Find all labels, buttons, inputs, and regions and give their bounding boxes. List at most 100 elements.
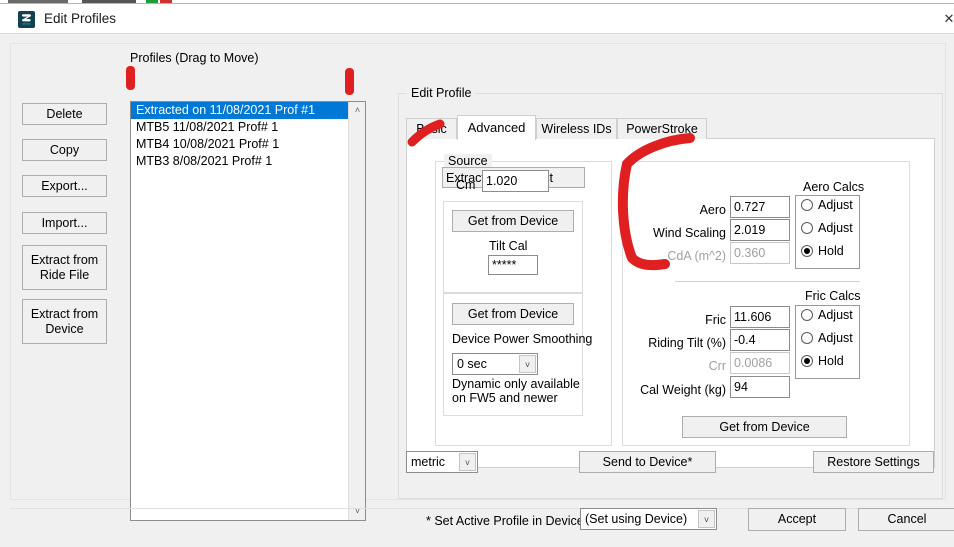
accept-label: Accept	[777, 512, 817, 527]
radio-icon[interactable]	[801, 332, 813, 344]
device-power-smoothing-label: Device Power Smoothing	[452, 332, 593, 346]
radio-icon[interactable]	[801, 309, 813, 321]
cda-label: CdA (m^2)	[667, 249, 726, 263]
cancel-label: Cancel	[887, 512, 927, 527]
tab-basic[interactable]: Basic	[406, 118, 457, 139]
power-smoothing-select[interactable]: 0 sec ˅	[452, 353, 538, 375]
window-client-area: Delete Copy Export... Import... Extract …	[0, 35, 954, 547]
delete-button[interactable]: Delete	[22, 103, 107, 125]
aero-adjust-radio[interactable]: Adjust	[801, 198, 853, 212]
power-smoothing-value: 0 sec	[457, 357, 487, 371]
source-group-title: Source	[444, 154, 492, 168]
fric-calcs-title: Fric Calcs	[805, 289, 861, 303]
active-profile-select[interactable]: (Set using Device) ˅	[580, 508, 717, 530]
wind-scaling-label: Wind Scaling	[653, 226, 726, 240]
profiles-listbox[interactable]: Extracted on 11/08/2021 Prof #1 MTB5 11/…	[130, 101, 366, 521]
restore-settings-button[interactable]: Restore Settings	[813, 451, 934, 473]
delete-button-label: Delete	[46, 106, 83, 121]
chevron-down-icon[interactable]: ˅	[519, 355, 536, 373]
extract-from-ride-file-button[interactable]: Extract from Ride File	[22, 245, 107, 290]
active-profile-value: (Set using Device)	[585, 512, 688, 526]
smoothing-get-from-device-label: Get from Device	[467, 306, 559, 321]
list-item[interactable]: MTB3 8/08/2021 Prof# 1	[131, 153, 365, 170]
radio-icon[interactable]	[801, 245, 813, 257]
wind-scaling-field[interactable]: 2.019	[730, 219, 790, 241]
riding-tilt-adjust-radio[interactable]: Adjust	[801, 331, 853, 345]
cal-weight-field[interactable]: 94	[730, 376, 790, 398]
units-select[interactable]: metric ˅	[406, 451, 478, 473]
restore-settings-label: Restore Settings	[827, 454, 920, 469]
tilt-cal-label: Tilt Cal	[489, 239, 528, 253]
fric-adjust-radio[interactable]: Adjust	[801, 308, 853, 322]
import-button[interactable]: Import...	[22, 212, 107, 234]
scroll-up-icon[interactable]: ˄	[349, 102, 365, 119]
fric-hold-radio[interactable]: Hold	[801, 354, 844, 368]
radio-icon[interactable]	[801, 222, 813, 234]
title-bar: Edit Profiles ✕	[0, 4, 954, 34]
aero-hold-radio[interactable]: Hold	[801, 244, 844, 258]
tilt-get-from-device-button[interactable]: Get from Device	[452, 210, 574, 232]
tilt-cal-field[interactable]: *****	[488, 255, 538, 275]
fric-hold-label: Hold	[818, 354, 844, 368]
aero-field[interactable]: 0.727	[730, 196, 790, 218]
scroll-down-icon[interactable]: ˅	[349, 503, 365, 520]
export-button-label: Export...	[41, 178, 88, 193]
export-button[interactable]: Export...	[22, 175, 107, 197]
smoothing-get-from-device-button[interactable]: Get from Device	[452, 303, 574, 325]
send-to-device-button[interactable]: Send to Device*	[579, 451, 716, 473]
copy-button[interactable]: Copy	[22, 139, 107, 161]
accept-button[interactable]: Accept	[748, 508, 846, 531]
riding-tilt-field[interactable]: -0.4	[730, 329, 790, 351]
crr-label: Crr	[708, 359, 726, 373]
extract-from-ride-file-label: Extract from Ride File	[30, 253, 99, 282]
chevron-down-icon[interactable]: ˅	[698, 510, 715, 528]
calcs-get-from-device-label: Get from Device	[719, 419, 810, 434]
tab-wireless-ids[interactable]: Wireless IDs	[536, 118, 617, 139]
riding-tilt-label: Riding Tilt (%)	[648, 336, 726, 350]
import-button-label: Import...	[41, 215, 88, 230]
bg-sliver-text-2	[82, 0, 136, 3]
cal-weight-label: Cal Weight (kg)	[640, 383, 726, 397]
fric-label: Fric	[705, 313, 726, 327]
profile-tabstrip: Basic Advanced Wireless IDs PowerStroke	[406, 115, 935, 140]
bg-sliver-text	[8, 0, 68, 3]
list-item[interactable]: Extracted on 11/08/2021 Prof #1	[131, 102, 365, 119]
bg-sliver-green	[146, 0, 158, 3]
crr-field: 0.0086	[730, 352, 790, 374]
calcs-get-from-device-button[interactable]: Get from Device	[682, 416, 847, 438]
profiles-list-label: Profiles (Drag to Move)	[130, 51, 259, 65]
cm-label: Cm	[456, 178, 476, 192]
calcs-divider	[675, 281, 860, 282]
fric-adjust-label: Adjust	[818, 308, 853, 322]
cancel-button[interactable]: Cancel	[858, 508, 954, 531]
close-icon[interactable]: ✕	[938, 10, 954, 28]
edit-profiles-window: Edit Profiles ✕ Delete Copy Export... Im…	[0, 0, 954, 547]
aero-adjust-label: Adjust	[818, 198, 853, 212]
aero-hold-label: Hold	[818, 244, 844, 258]
aero-label: Aero	[699, 203, 726, 217]
extract-from-device-label: Extract from Device	[30, 307, 99, 336]
fric-field[interactable]: 11.606	[730, 306, 790, 328]
tab-powerstroke[interactable]: PowerStroke	[617, 118, 707, 139]
smoothing-note: Dynamic only available on FW5 and newer	[452, 377, 580, 405]
app-logo-icon	[18, 11, 35, 28]
tab-advanced[interactable]: Advanced	[457, 115, 536, 140]
radio-icon[interactable]	[801, 199, 813, 211]
edit-profile-group-title: Edit Profile	[407, 86, 476, 100]
wind-scaling-adjust-label: Adjust	[818, 221, 853, 235]
tilt-get-from-device-label: Get from Device	[467, 213, 559, 228]
extract-from-device-button[interactable]: Extract from Device	[22, 299, 107, 344]
list-item[interactable]: MTB4 10/08/2021 Prof# 1	[131, 136, 365, 153]
units-value: metric	[411, 455, 446, 469]
cda-field: 0.360	[730, 242, 790, 264]
list-item[interactable]: MTB5 11/08/2021 Prof# 1	[131, 119, 365, 136]
cm-field[interactable]: 1.020	[482, 170, 549, 192]
radio-icon[interactable]	[801, 355, 813, 367]
bg-sliver-red	[160, 0, 172, 3]
active-profile-label: * Set Active Profile in Device	[426, 514, 584, 528]
wind-scaling-adjust-radio[interactable]: Adjust	[801, 221, 853, 235]
riding-tilt-adjust-label: Adjust	[818, 331, 853, 345]
aero-calcs-title: Aero Calcs	[803, 180, 865, 194]
profiles-scrollbar[interactable]: ˄ ˅	[348, 102, 365, 520]
chevron-down-icon[interactable]: ˅	[459, 453, 476, 471]
